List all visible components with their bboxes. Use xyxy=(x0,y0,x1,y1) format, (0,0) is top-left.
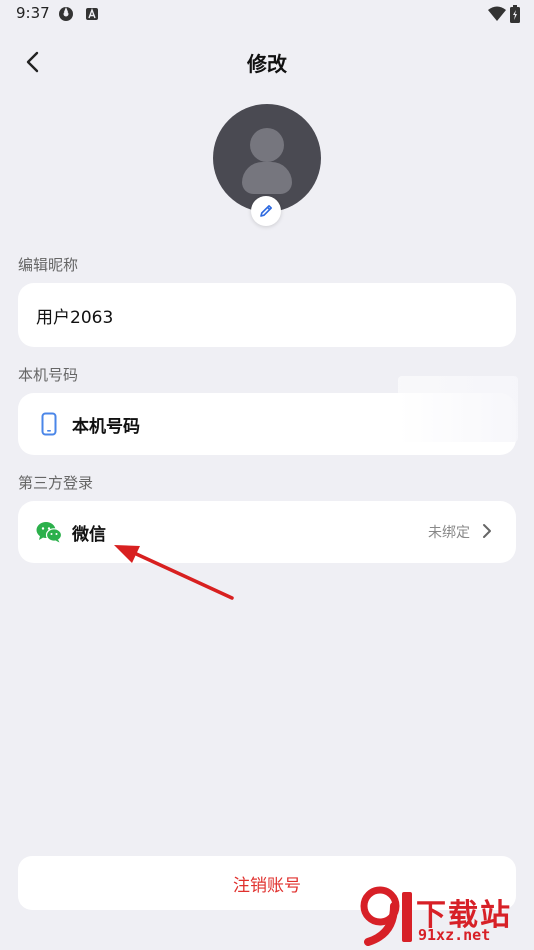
nickname-value[interactable]: 用户2063 xyxy=(36,303,113,328)
wechat-bind-status: 未绑定 xyxy=(428,525,470,541)
third-party-section-label: 第三方登录 xyxy=(18,474,94,492)
chevron-right-icon xyxy=(483,524,491,538)
nickname-field[interactable]: 用户2063 xyxy=(18,283,516,347)
header: 修改 xyxy=(0,40,534,84)
pencil-icon xyxy=(260,205,272,217)
watermark-url: 91xz.net xyxy=(418,926,491,944)
wifi-icon xyxy=(488,6,506,21)
status-bar: 9:37 xyxy=(0,0,534,30)
edit-avatar-button[interactable] xyxy=(251,196,281,226)
phone-icon-wrap xyxy=(36,411,62,437)
blurred-region xyxy=(398,376,518,442)
cancel-account-label: 注销账号 xyxy=(233,875,301,896)
wechat-label: 微信 xyxy=(72,524,106,545)
watermark: 下载站 91xz.net xyxy=(358,886,530,948)
wechat-icon-wrap xyxy=(36,519,62,545)
phone-row-label: 本机号码 xyxy=(72,416,140,437)
phone-section-label: 本机号码 xyxy=(18,366,79,384)
battery-icon xyxy=(510,5,520,23)
page-title: 修改 xyxy=(247,52,287,76)
phone-icon xyxy=(41,412,57,436)
sync-status-icon xyxy=(59,7,73,21)
nickname-section-label: 编辑昵称 xyxy=(18,256,79,274)
avatar-placeholder-head xyxy=(250,128,284,162)
status-time: 9:37 xyxy=(16,4,50,22)
notification-a-icon xyxy=(86,8,98,20)
wechat-bind-row[interactable]: 微信 未绑定 xyxy=(18,501,516,563)
site-logo-icon xyxy=(360,886,412,946)
avatar-placeholder-body xyxy=(242,162,292,194)
wechat-icon xyxy=(36,522,62,543)
